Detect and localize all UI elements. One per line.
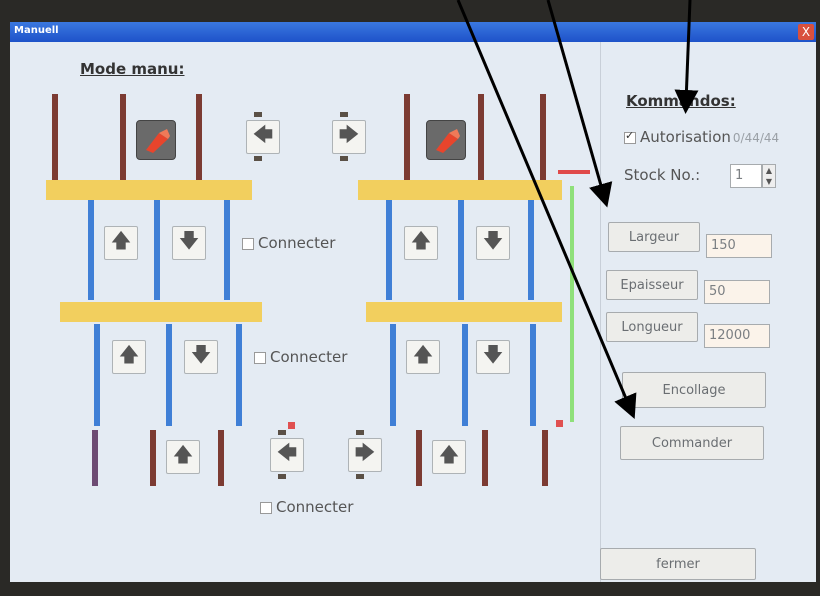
annotation-arrow <box>456 0 637 420</box>
annotation-arrows <box>456 0 699 420</box>
annotation-arrow <box>546 0 613 208</box>
annotation-arrow <box>674 0 699 114</box>
